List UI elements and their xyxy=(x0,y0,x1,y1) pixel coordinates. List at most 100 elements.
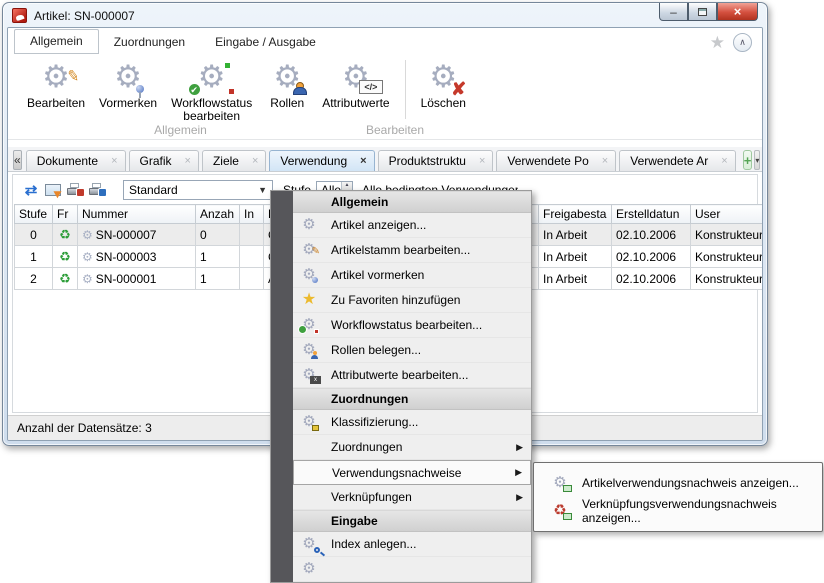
usage-refresh-icon: ♻ xyxy=(59,271,71,286)
ribbon-tab-bar: Allgemein Zuordnungen Eingabe / Ausgabe … xyxy=(8,28,762,54)
titlebar[interactable]: Artikel: SN-000007 – × xyxy=(3,3,767,25)
gear-classify-icon: ⚙ xyxy=(299,414,319,430)
tab-dokumente[interactable]: Dokumente × xyxy=(26,150,126,171)
tab-label: Produktstruktu xyxy=(389,154,466,168)
minimize-button[interactable]: – xyxy=(659,3,688,21)
ribbon-tab-eingabe-ausgabe[interactable]: Eingabe / Ausgabe xyxy=(200,31,331,54)
gear-pin-icon: ⚙ xyxy=(107,58,149,96)
view-select[interactable]: Standard ▼ xyxy=(123,180,273,200)
close-tab-icon[interactable]: × xyxy=(602,155,608,167)
cell-freigabestatus: In Arbeit xyxy=(539,268,612,290)
view-select-value: Standard xyxy=(129,183,178,197)
tab-label: Grafik xyxy=(140,154,172,168)
menu-item-artikelverwendungsnachweis[interactable]: ⚙ Artikelverwendungsnachweis anzeigen... xyxy=(544,471,822,495)
ribbon-tab-allgemein[interactable]: Allgemein xyxy=(14,29,99,54)
close-tab-icon[interactable]: × xyxy=(479,155,485,167)
close-button[interactable]: × xyxy=(717,3,758,21)
menu-item-partial[interactable]: ⚙ xyxy=(293,557,531,582)
gear-pencil-icon: ⚙✎ xyxy=(299,242,319,258)
tab-label: Dokumente xyxy=(37,154,98,168)
refresh-icon[interactable]: ⇄ xyxy=(25,181,38,199)
cell-in xyxy=(240,246,264,268)
record-count-text: Anzahl der Datensätze: 3 xyxy=(17,421,152,435)
cell-freigabestatus: In Arbeit xyxy=(539,224,612,246)
gear-pencil-icon: ⚙✎ xyxy=(35,58,77,96)
ribbon-tab-zuordnungen[interactable]: Zuordnungen xyxy=(99,31,200,54)
export-window-icon[interactable] xyxy=(45,184,61,196)
menu-item-verknuepfungen[interactable]: Verknüpfungen ▶ xyxy=(293,485,531,510)
menu-item-label: Attributwerte bearbeiten... xyxy=(331,368,468,382)
menu-item-verwendungsnachweise[interactable]: Verwendungsnachweise ▶ xyxy=(293,460,531,485)
cell-nummer: ⚙SN-000001 xyxy=(78,268,196,290)
tab-produktstruktur[interactable]: Produktstruktu × xyxy=(378,150,494,171)
cell-freigabestatus: In Arbeit xyxy=(539,246,612,268)
tab-verwendete-ar[interactable]: Verwendete Ar × xyxy=(619,150,736,171)
gear-magnifier-icon: ⚙ xyxy=(299,536,319,552)
favorite-star-icon[interactable]: ★ xyxy=(710,35,725,51)
gear-attribute-icon: ⚙</> xyxy=(335,58,377,96)
restore-button[interactable] xyxy=(688,3,717,21)
menu-item-label: Verknüpfungen xyxy=(331,490,412,504)
col-header-freigabestatus[interactable]: Freigabesta xyxy=(539,205,612,224)
col-header-nummer[interactable]: Nummer xyxy=(78,205,196,224)
menu-item-label: Artikel vormerken xyxy=(331,268,424,282)
menu-item-artikel-anzeigen[interactable]: ⚙ Artikel anzeigen... xyxy=(293,213,531,238)
tab-overflow-button[interactable]: ▾ xyxy=(754,150,760,170)
tab-verwendete-po[interactable]: Verwendete Po × xyxy=(496,150,616,171)
cell-user: Konstrukteur1 xyxy=(691,268,764,290)
col-header-anzahl[interactable]: Anzah xyxy=(196,205,240,224)
close-tab-icon[interactable]: × xyxy=(721,155,727,167)
cell-erstelldatum: 02.10.2006 xyxy=(612,268,691,290)
menu-item-index-anlegen[interactable]: ⚙ Index anlegen... xyxy=(293,532,531,557)
col-header-erstelldatum[interactable]: Erstelldatun xyxy=(612,205,691,224)
print-blue-icon[interactable] xyxy=(89,183,105,196)
group-divider xyxy=(405,60,406,119)
menu-item-label: Verwendungsnachweise xyxy=(332,466,461,480)
menu-item-workflowstatus-bearbeiten[interactable]: ⚙ Workflowstatus bearbeiten... xyxy=(293,313,531,338)
usage-refresh-icon: ♻ xyxy=(59,227,71,242)
menu-item-klassifizierung[interactable]: ⚙ Klassifizierung... xyxy=(293,410,531,435)
print-red-icon[interactable] xyxy=(67,183,83,196)
menu-item-zuordnungen[interactable]: Zuordnungen ▶ xyxy=(293,435,531,460)
close-tab-icon[interactable]: × xyxy=(252,155,258,167)
col-header-user[interactable]: User xyxy=(691,205,764,224)
menu-item-attributwerte-bearbeiten[interactable]: ⚙x Attributwerte bearbeiten... xyxy=(293,363,531,388)
tab-label: Ziele xyxy=(213,154,239,168)
menu-item-zu-favoriten[interactable]: ★ Zu Favoriten hinzufügen xyxy=(293,288,531,313)
col-header-fr[interactable]: Fr xyxy=(53,205,78,224)
collapse-ribbon-button[interactable]: ∧ xyxy=(733,33,752,52)
group-label-allgemein: Allgemein xyxy=(8,123,353,137)
menu-item-artikelstamm-bearbeiten[interactable]: ⚙✎ Artikelstamm bearbeiten... xyxy=(293,238,531,263)
menu-item-label: Zu Favoriten hinzufügen xyxy=(331,293,460,307)
verwendungsnachweise-submenu: ⚙ Artikelverwendungsnachweis anzeigen...… xyxy=(533,462,823,532)
tab-ziele[interactable]: Ziele × xyxy=(202,150,266,171)
cell-user: Konstrukteur1 xyxy=(691,224,764,246)
close-tab-icon[interactable]: × xyxy=(185,155,191,167)
gear-icon: ⚙ xyxy=(82,228,93,242)
add-tab-button[interactable]: + xyxy=(743,150,753,170)
button-label: Attributwerte xyxy=(322,97,389,110)
gear-screen-icon: ⚙ xyxy=(550,475,570,491)
menu-section-eingabe: Eingabe xyxy=(293,510,531,532)
menu-item-artikel-vormerken[interactable]: ⚙ Artikel vormerken xyxy=(293,263,531,288)
tab-verwendung[interactable]: Verwendung × xyxy=(269,150,374,171)
cell-stufe: 0 xyxy=(15,224,53,246)
close-tab-icon[interactable]: × xyxy=(360,155,366,167)
close-tab-icon[interactable]: × xyxy=(111,155,117,167)
menu-item-verknuepfungsverwendungsnachweis[interactable]: ♻ Verknüpfungsverwendungsnachweis anzeig… xyxy=(544,499,822,523)
gear-person-icon: ⚙ xyxy=(299,342,319,358)
app-logo-icon xyxy=(12,8,27,23)
gear-delete-icon: ⚙✘ xyxy=(422,58,464,96)
menu-item-rollen-belegen[interactable]: ⚙ Rollen belegen... xyxy=(293,338,531,363)
col-header-in[interactable]: In xyxy=(240,205,264,224)
window-title: Artikel: SN-000007 xyxy=(34,9,135,23)
menu-item-label: Klassifizierung... xyxy=(331,415,418,429)
tab-grafik[interactable]: Grafik × xyxy=(129,150,199,171)
cell-anzahl: 1 xyxy=(196,268,240,290)
cell-nummer: ⚙SN-000007 xyxy=(78,224,196,246)
cell-fr: ♻ xyxy=(53,246,78,268)
gear-person-icon: ⚙ xyxy=(266,58,308,96)
col-header-stufe[interactable]: Stufe xyxy=(15,205,53,224)
scroll-tabs-left-button[interactable]: « xyxy=(13,150,22,170)
cell-erstelldatum: 02.10.2006 xyxy=(612,224,691,246)
